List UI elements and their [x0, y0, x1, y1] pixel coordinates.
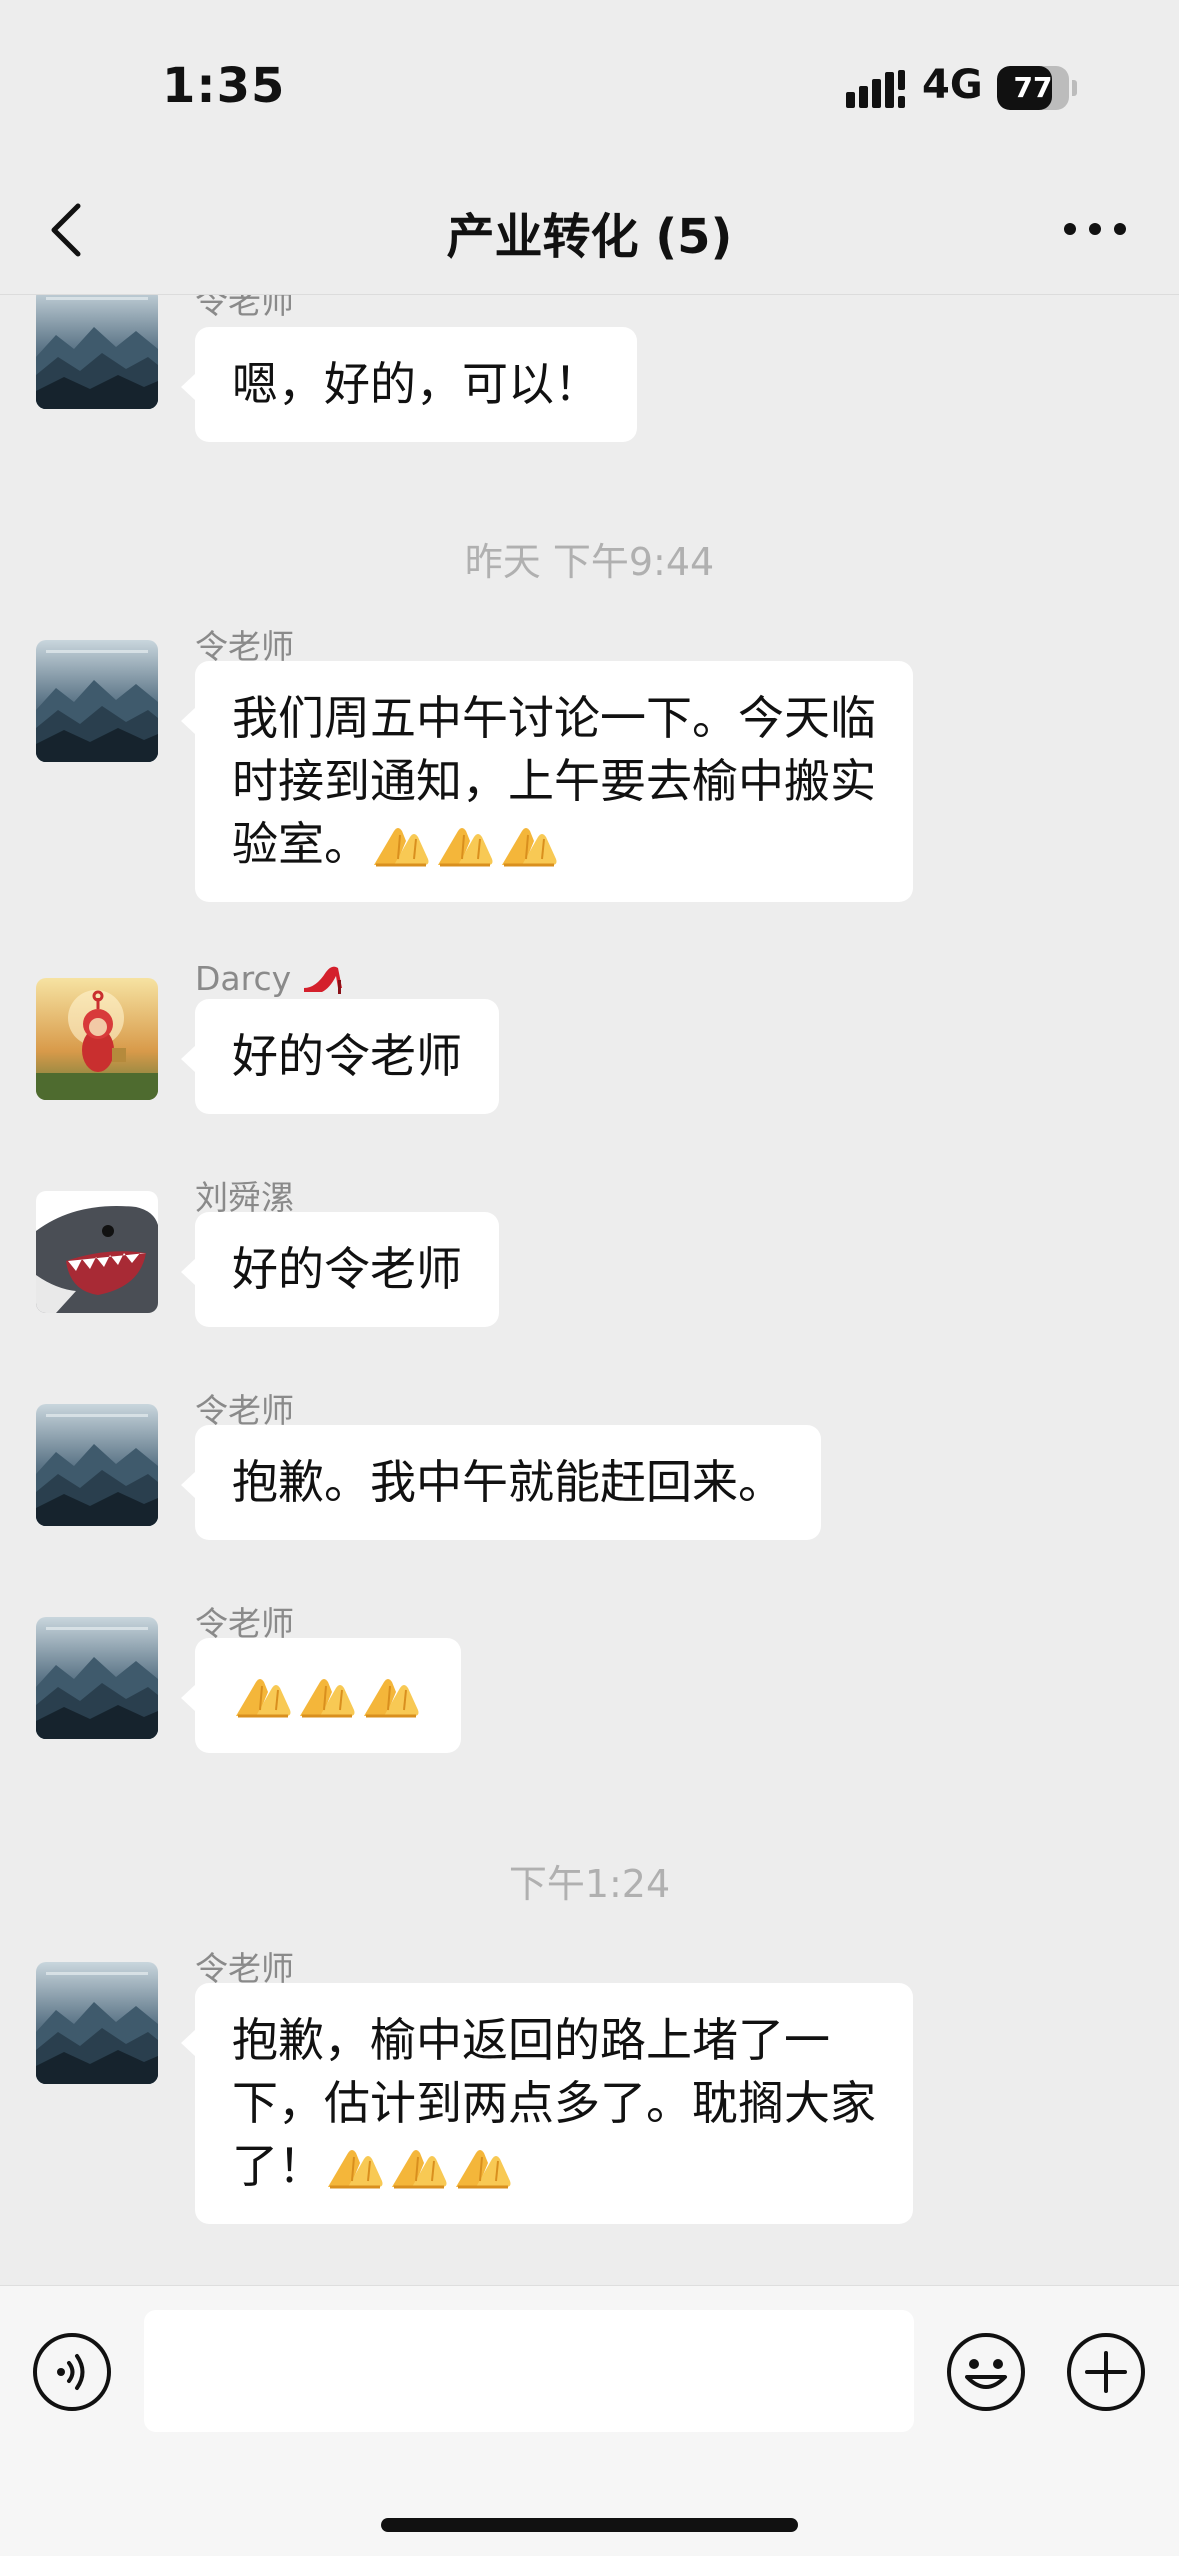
home-indicator[interactable]: [381, 2518, 798, 2532]
battery-tip: [1072, 80, 1077, 96]
message-line: 下，估计到两点多了。耽搁大家: [232, 2076, 876, 2130]
message-bubble[interactable]: [181, 1638, 461, 1753]
message-list[interactable]: 令老师 嗯，好的，可以！ 昨天 下午9:44 令老师 我们周五中午讨论一下。今天…: [0, 295, 1179, 2285]
mountain-avatar[interactable]: [36, 1617, 158, 1739]
cellular-signal-icon: [846, 70, 905, 108]
message-bubble[interactable]: 我们周五中午讨论一下。今天临 时接到通知，上午要去榆中搬实 验室。: [181, 661, 913, 902]
more-dots-icon[interactable]: [1060, 217, 1130, 241]
network-type: 4G: [922, 62, 983, 108]
pray-emoji-icon: [232, 1670, 294, 1720]
shark-avatar[interactable]: [36, 1191, 158, 1313]
pray-emoji-icon: [388, 2141, 450, 2191]
pray-emoji-icon: [324, 2141, 386, 2191]
message-input[interactable]: [144, 2310, 914, 2432]
timestamp: 昨天 下午9:44: [464, 540, 715, 584]
pray-emoji-icon: [296, 1670, 358, 1720]
nav-bar: 产业转化 (5): [0, 165, 1179, 295]
voice-icon[interactable]: [31, 2331, 113, 2413]
message-line-text: 了！: [232, 2139, 324, 2193]
battery-icon: 77: [997, 66, 1077, 110]
sender-name-text: Darcy: [195, 959, 292, 998]
input-bar: [0, 2285, 1179, 2556]
message-bubble[interactable]: 好的令老师: [181, 1212, 499, 1327]
mountain-avatar[interactable]: [36, 640, 158, 762]
mountain-avatar[interactable]: [36, 1962, 158, 2084]
message-line: 了！: [232, 2135, 876, 2198]
pray-emoji-icon: [452, 2141, 514, 2191]
plus-icon[interactable]: [1065, 2331, 1147, 2413]
message-bubble[interactable]: 抱歉，榆中返回的路上堵了一 下，估计到两点多了。耽搁大家 了！: [181, 1983, 913, 2224]
pray-emoji-icon: [498, 819, 560, 869]
message-line: 抱歉，榆中返回的路上堵了一: [232, 2013, 830, 2067]
message-line: 我们周五中午讨论一下。今天临: [232, 691, 876, 745]
message-bubble[interactable]: 好的令老师: [181, 999, 499, 1114]
wechat-group-chat-screen: 1:35 4G 77 产业转化 (5) 令老师 嗯，好的，可以！ 昨天 下午9:…: [0, 0, 1179, 2556]
sender-name: Darcy: [195, 958, 346, 998]
message-bubble[interactable]: 抱歉。我中午就能赶回来。: [181, 1425, 821, 1540]
emoji-icon[interactable]: [945, 2331, 1027, 2413]
message-line: 时接到通知，上午要去榆中搬实: [232, 754, 876, 808]
battery-level: 77: [1013, 71, 1053, 104]
pray-emoji-icon: [370, 819, 432, 869]
timestamp: 下午1:24: [508, 1862, 671, 1906]
mountain-avatar[interactable]: [36, 295, 158, 409]
cartoon-avatar[interactable]: [36, 978, 158, 1100]
message-bubble[interactable]: 嗯，好的，可以！: [181, 327, 637, 442]
status-bar: 1:35 4G 77: [0, 0, 1179, 165]
high-heel-icon: [303, 966, 342, 994]
status-time: 1:35: [162, 58, 286, 114]
message-line-text: 验室。: [232, 817, 370, 871]
chat-title: 产业转化 (5): [446, 209, 733, 265]
mountain-avatar[interactable]: [36, 1404, 158, 1526]
pray-emoji-icon: [434, 819, 496, 869]
message-line: 验室。: [232, 813, 876, 876]
pray-emoji-icon: [360, 1670, 422, 1720]
sender-name: 令老师: [195, 295, 294, 321]
